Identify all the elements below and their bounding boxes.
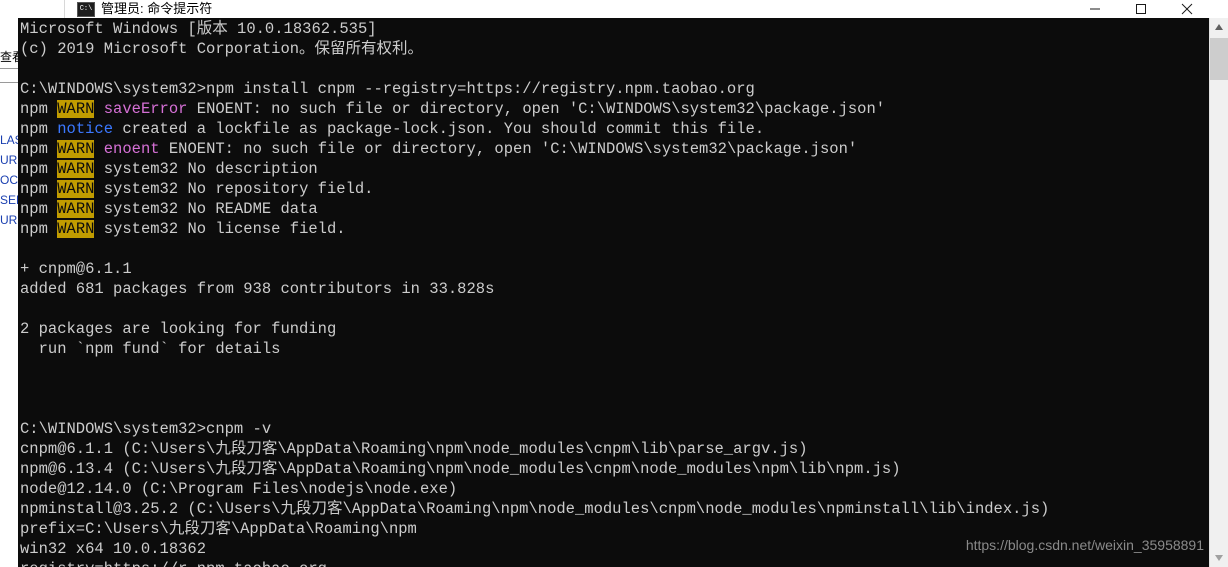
terminal-token: C:\WINDOWS\system32>cnpm -v [20,420,272,438]
terminal-line: added 681 packages from 938 contributors… [20,279,1210,299]
window-title: 管理员: 命令提示符 [101,0,213,16]
terminal-token-magenta: saveError [103,100,188,118]
terminal-line: node@12.14.0 (C:\Program Files\nodejs\no… [20,479,1210,499]
window-controls[interactable] [1072,0,1210,18]
terminal-line: npm notice created a lockfile as package… [20,119,1210,139]
terminal-token: win32 x64 10.0.18362 [20,540,207,558]
terminal-line: C:\WINDOWS\system32>npm install cnpm --r… [20,79,1210,99]
window-titlebar[interactable]: C:\ 管理员: 命令提示符 [64,0,1228,18]
terminal-token: npminstall@3.25.2 (C:\Users\九段刀客\AppData… [20,500,1050,518]
terminal-token-blue: notice [57,120,114,138]
terminal-token: run `npm fund` for details [20,340,281,358]
terminal-token-magenta: enoent [103,140,160,158]
terminal-token: cnpm@6.1.1 (C:\Users\九段刀客\AppData\Roamin… [20,440,808,458]
terminal-token: 2 packages are looking for funding [20,320,337,338]
terminal-token: created a lockfile as package-lock.json.… [113,120,765,138]
terminal-line: npm WARN system32 No description [20,159,1210,179]
close-button[interactable] [1164,0,1210,18]
terminal-line: npm WARN system32 No license field. [20,219,1210,239]
terminal-token: added 681 packages from 938 contributors… [20,280,495,298]
terminal-output-area[interactable]: Microsoft Windows [版本 10.0.18362.535] (c)… [18,18,1210,567]
terminal-line: win32 x64 10.0.18362 [20,539,1210,559]
minimize-button[interactable] [1072,0,1118,18]
background-window-divider [0,82,20,83]
terminal-token: ENOENT: no such file or directory, open … [187,100,886,118]
terminal-line: Microsoft Windows [版本 10.0.18362.535] [20,19,1210,39]
terminal-line: npm@6.13.4 (C:\Users\九段刀客\AppData\Roamin… [20,459,1210,479]
terminal-token: npm [20,120,58,138]
scroll-up-arrow-icon[interactable] [1210,18,1228,36]
terminal-token: prefix=C:\Users\九段刀客\AppData\Roaming\npm [20,520,417,538]
terminal-line: 2 packages are looking for funding [20,319,1210,339]
terminal-line: npm WARN enoent ENOENT: no such file or … [20,139,1210,159]
terminal-token: npm [20,180,58,198]
terminal-line: C:\WINDOWS\system32>cnpm -v [20,419,1210,439]
terminal-token: node@12.14.0 (C:\Program Files\nodejs\no… [20,480,458,498]
terminal-token: ENOENT: no such file or directory, open … [159,140,858,158]
command-prompt-window[interactable]: C:\ 管理员: 命令提示符 Microsoft Windows [版本 10.… [18,0,1228,567]
terminal-line: registry=https://r.npm.taobao.org [20,559,1210,567]
maximize-button[interactable] [1118,0,1164,18]
terminal-line: prefix=C:\Users\九段刀客\AppData\Roaming\npm [20,519,1210,539]
terminal-token: npm [20,140,58,158]
terminal-token: system32 No README data [94,200,318,218]
terminal-token: npm [20,160,58,178]
terminal-token-warn: WARN [57,200,95,218]
terminal-line: (c) 2019 Microsoft Corporation。保留所有权利。 [20,39,1210,59]
terminal-token: system32 No license field. [94,220,346,238]
terminal-token: npm [20,200,58,218]
terminal-token: system32 No repository field. [94,180,374,198]
terminal-lines: Microsoft Windows [版本 10.0.18362.535] (c)… [20,19,1210,567]
terminal-line: npminstall@3.25.2 (C:\Users\九段刀客\AppData… [20,499,1210,519]
terminal-line: npm WARN system32 No repository field. [20,179,1210,199]
console-icon: C:\ [77,1,95,17]
vertical-scrollbar[interactable] [1209,18,1228,567]
terminal-token-warn: WARN [57,160,95,178]
terminal-line: + cnpm@6.1.1 [20,259,1210,279]
terminal-line: npm WARN saveError ENOENT: no such file … [20,99,1210,119]
terminal-token: system32 No description [94,160,318,178]
scrollbar-thumb[interactable] [1210,38,1228,80]
terminal-line: run `npm fund` for details [20,339,1210,359]
terminal-line: cnpm@6.1.1 (C:\Users\九段刀客\AppData\Roamin… [20,439,1210,459]
terminal-token: registry=https://r.npm.taobao.org [20,560,327,567]
terminal-token-warn: WARN [57,100,95,118]
terminal-token-warn: WARN [57,180,95,198]
terminal-token-warn: WARN [57,140,95,158]
terminal-token-warn: WARN [57,220,95,238]
terminal-token: (c) 2019 Microsoft Corporation。保留所有权利。 [20,40,424,58]
terminal-token: C:\WINDOWS\system32>npm install cnpm --r… [20,80,755,98]
terminal-token: npm@6.13.4 (C:\Users\九段刀客\AppData\Roamin… [20,460,901,478]
scroll-down-arrow-icon[interactable] [1210,549,1228,567]
terminal-token: npm [20,220,58,238]
terminal-token: + cnpm@6.1.1 [20,260,132,278]
terminal-token: Microsoft Windows [版本 10.0.18362.535] [20,20,377,38]
terminal-line: npm WARN system32 No README data [20,199,1210,219]
background-window-divider [0,68,20,69]
terminal-token: npm [20,100,58,118]
